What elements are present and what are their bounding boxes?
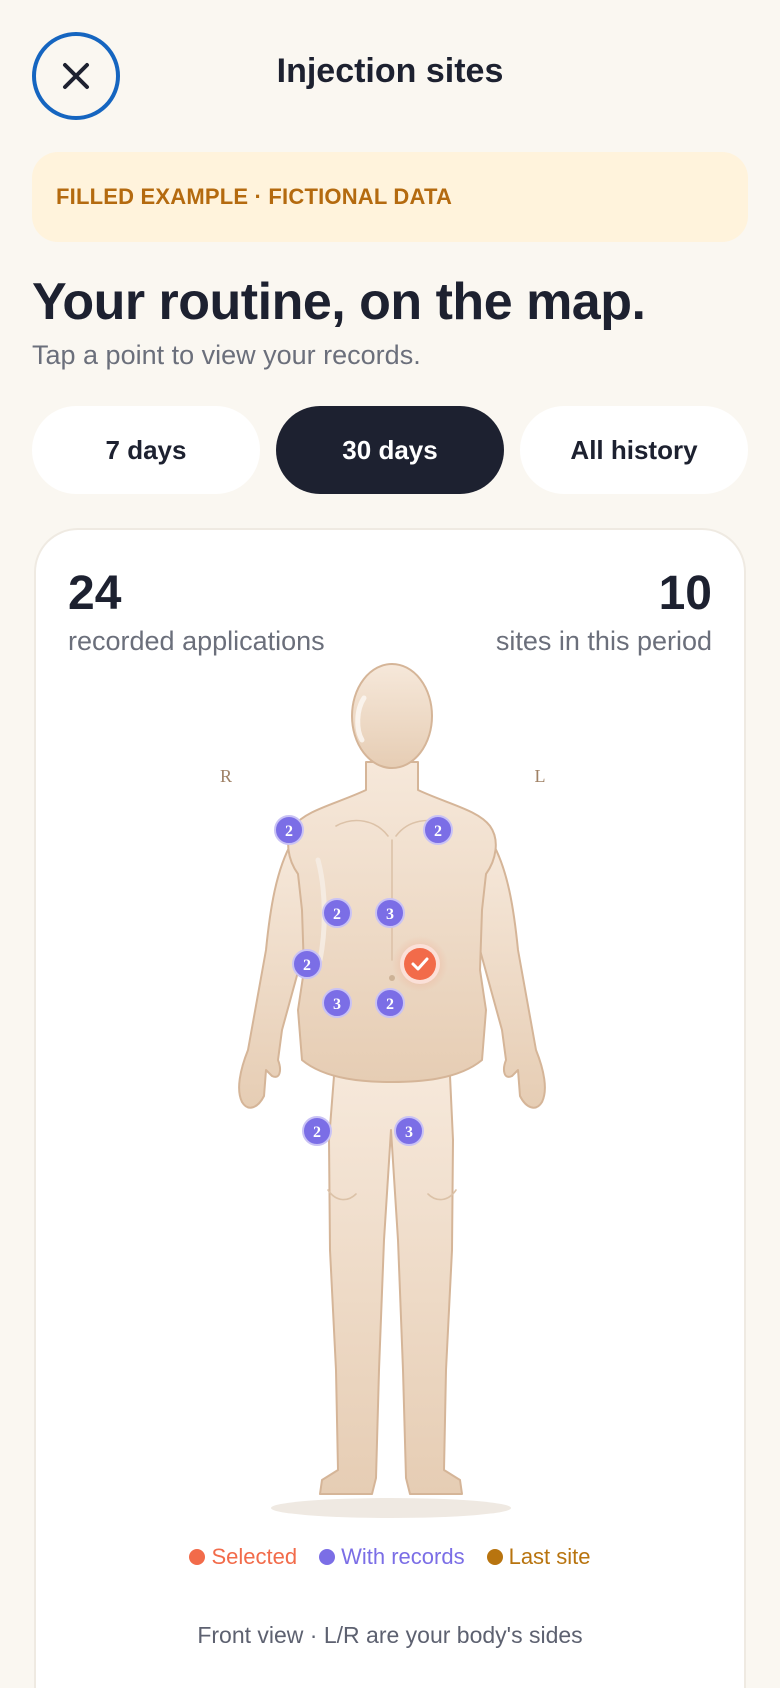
site-marker-right-thigh[interactable]: 2 <box>302 1116 332 1146</box>
site-marker-upper-abdomen-left[interactable]: 3 <box>375 898 405 928</box>
selected-dot-icon <box>189 1549 206 1565</box>
view-footnote: Front view · L/R are your body's sides <box>197 1622 583 1648</box>
site-marker-upper-abdomen-right[interactable]: 2 <box>322 898 352 928</box>
legend-with-records-label: With records <box>341 1544 465 1569</box>
injection-sites-screen: Injection sites FILLED EXAMPLE · FICTION… <box>0 0 780 1688</box>
filter-7-days[interactable]: 7 days <box>32 406 260 494</box>
filter-all-history[interactable]: All history <box>520 406 748 494</box>
side-left-label: L <box>535 766 546 786</box>
site-marker-flank-left[interactable] <box>392 936 448 992</box>
site-marker-left-thigh[interactable]: 3 <box>394 1116 424 1146</box>
site-marker-flank-right[interactable]: 2 <box>292 949 322 979</box>
site-count: 2 <box>434 823 442 840</box>
last-site-dot-icon <box>486 1549 503 1565</box>
site-count: 2 <box>303 957 311 974</box>
legend-with-records: With records <box>319 1544 465 1570</box>
legend-last-site-label: Last site <box>508 1544 591 1569</box>
site-count: 2 <box>333 906 341 923</box>
records-dot-icon <box>319 1549 336 1565</box>
site-count: 3 <box>386 906 394 923</box>
subhead: Tap a point to view your records. <box>32 340 421 370</box>
site-count: 3 <box>333 996 341 1013</box>
selected-dot <box>404 948 436 980</box>
body-map-card: 24 recorded applications 10 sites in thi… <box>34 528 746 1688</box>
side-right-label: R <box>220 766 232 786</box>
page-title: Injection sites <box>276 52 504 90</box>
legend: Selected With records Last site <box>36 1544 744 1570</box>
legend-last-site: Last site <box>486 1544 591 1570</box>
site-count: 3 <box>405 1124 413 1141</box>
site-marker-left-upper-arm[interactable]: 2 <box>423 815 453 845</box>
body-map: R L 2 2 2 3 2 3 2 2 3 <box>220 663 546 1518</box>
banner-text: FILLED EXAMPLE · FICTIONAL DATA <box>56 184 453 209</box>
example-banner: FILLED EXAMPLE · FICTIONAL DATA <box>32 152 748 242</box>
site-count: 2 <box>285 823 293 840</box>
body-figure <box>238 663 546 1495</box>
ground-shadow <box>271 1498 511 1518</box>
site-count: 2 <box>313 1124 321 1141</box>
filter-30-days[interactable]: 30 days <box>276 406 504 494</box>
navel <box>389 975 395 981</box>
site-marker-lower-abdomen-right[interactable]: 3 <box>322 988 352 1018</box>
site-marker-lower-abdomen-left[interactable]: 2 <box>375 988 405 1018</box>
headline: Your routine, on the map. <box>32 273 646 331</box>
site-count: 2 <box>386 996 394 1013</box>
site-marker-right-upper-arm[interactable]: 2 <box>274 815 304 845</box>
legend-selected-label: Selected <box>211 1544 298 1569</box>
legend-selected: Selected <box>189 1544 297 1570</box>
